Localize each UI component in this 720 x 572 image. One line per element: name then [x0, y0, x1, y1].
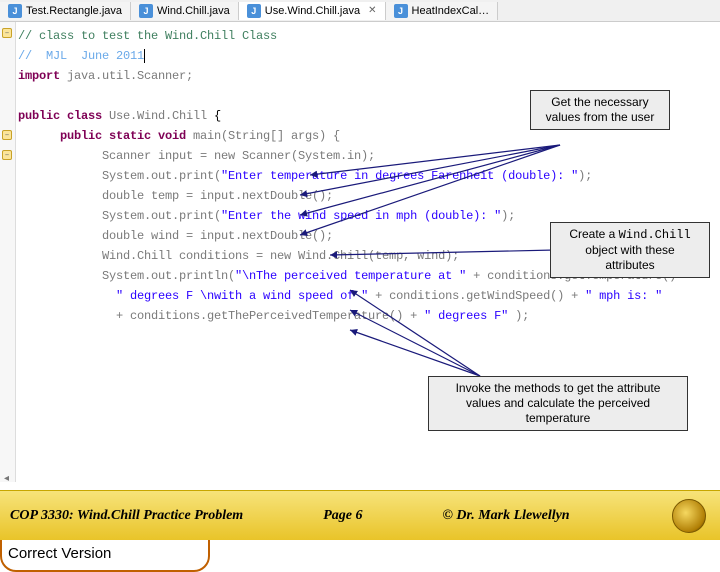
code-string: " degrees F \nwith a wind speed of ": [116, 289, 368, 303]
close-icon[interactable]: ✕: [368, 5, 376, 16]
callout-text: Invoke the methods to get the attribute …: [456, 381, 661, 425]
tab-use-windchill[interactable]: J Use.Wind.Chill.java ✕: [239, 2, 386, 20]
tab-label: Wind.Chill.java: [157, 5, 230, 17]
callout-invoke-methods: Invoke the methods to get the attribute …: [428, 376, 688, 431]
code-comment: // class to test the Wind.Chill Class: [18, 29, 277, 43]
tab-heatindex[interactable]: J HeatIndexCal…: [386, 2, 499, 20]
ucf-logo-icon: [672, 499, 706, 533]
code-text: System.out.println(: [18, 269, 235, 283]
code-text: );: [508, 309, 529, 323]
code-text: );: [501, 209, 515, 223]
code-text: + conditions.getThePerceivedTemperature(…: [18, 309, 424, 323]
tab-windchill[interactable]: J Wind.Chill.java: [131, 2, 239, 20]
java-file-icon: J: [8, 4, 22, 18]
code-keyword: public class: [18, 109, 102, 123]
scroll-left-icon[interactable]: ◂: [4, 473, 9, 484]
code-comment: // MJL June 2011: [18, 49, 144, 63]
tab-test-rectangle[interactable]: J Test.Rectangle.java: [0, 2, 131, 20]
callout-get-values: Get the necessary values from the user: [530, 90, 670, 130]
code-text: main(String[] args) {: [186, 129, 340, 143]
code-text: {: [207, 109, 221, 123]
code-string: "Enter temperature in degrees Farenheit …: [221, 169, 578, 183]
code-text: );: [578, 169, 592, 183]
tab-label: HeatIndexCal…: [412, 5, 490, 17]
code-string: " degrees F": [424, 309, 508, 323]
gutter: – – –: [0, 22, 16, 482]
code-text: double temp = input.nextDouble();: [18, 186, 720, 206]
callout-text: Get the necessary values from the user: [546, 95, 655, 124]
callout-text: Create a: [569, 227, 618, 241]
java-file-icon: J: [394, 4, 408, 18]
code-text: Scanner input = new Scanner(System.in);: [18, 146, 720, 166]
tab-label: Use.Wind.Chill.java: [265, 5, 360, 17]
java-file-icon: J: [139, 4, 153, 18]
code-text: [18, 289, 116, 303]
subtitle-text: Correct Version: [8, 544, 202, 564]
java-file-icon: J: [247, 4, 261, 18]
tab-label: Test.Rectangle.java: [26, 5, 122, 17]
code-keyword: import: [18, 69, 60, 83]
code-text: + conditions.getWindSpeed() +: [368, 289, 585, 303]
slide-footer: COP 3330: Wind.Chill Practice Problem Pa…: [0, 490, 720, 540]
code-text: java.util.Scanner;: [60, 69, 193, 83]
footer-copyright: © Dr. Mark Llewellyn: [442, 508, 569, 524]
code-keyword: public static void: [18, 129, 186, 143]
code-string: " mph is: ": [585, 289, 662, 303]
callout-create-object: Create a Wind.Chill object with these at…: [550, 222, 710, 278]
fold-marker-icon[interactable]: –: [2, 150, 12, 160]
code-text: System.out.print(: [18, 169, 221, 183]
footer-page: Page 6: [323, 508, 362, 524]
code-classname: Use.Wind.Chill: [102, 109, 207, 123]
fold-marker-icon[interactable]: –: [2, 28, 12, 38]
footer-course: COP 3330: Wind.Chill Practice Problem: [0, 508, 243, 524]
code-text: System.out.print(: [18, 209, 221, 223]
fold-marker-icon[interactable]: –: [2, 130, 12, 140]
text-cursor: [144, 49, 145, 63]
callout-text: object with these attributes: [585, 243, 674, 272]
code-string: "Enter the wind speed in mph (double): ": [221, 209, 501, 223]
callout-mono: Wind.Chill: [619, 228, 691, 242]
editor-tab-bar: J Test.Rectangle.java J Wind.Chill.java …: [0, 0, 720, 22]
code-string: "\nThe perceived temperature at ": [235, 269, 466, 283]
